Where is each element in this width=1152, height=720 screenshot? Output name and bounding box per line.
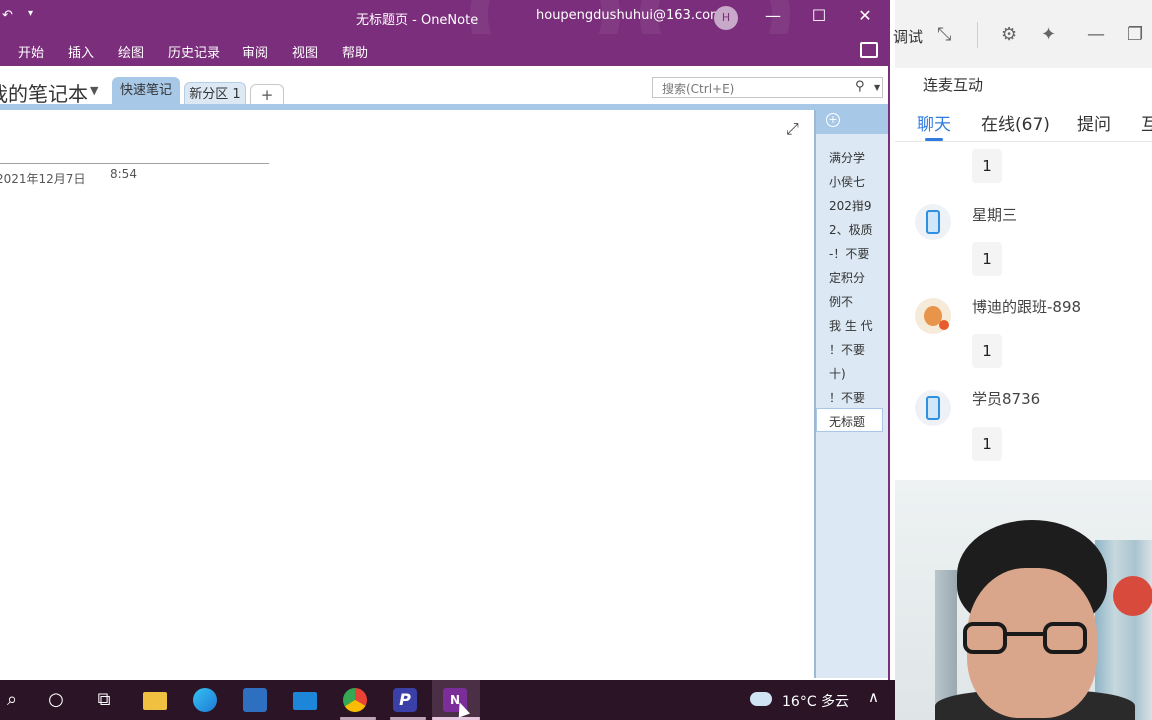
page-list: + 满分学 小侯七 202㟛9 2、极质 -！不要 定积分 例不 我 生 代 ！… [815, 110, 889, 678]
title-bar[interactable]: ↶ ▾ 无标题页 - OneNote houpengdushuhui@163.c… [0, 0, 890, 34]
page-item[interactable]: -！不要 [829, 245, 887, 262]
expand-icon[interactable]: ⤢ [786, 119, 799, 139]
live-class-panel: 调试 ⤡ ⚙ ✦ — ❐ 连麦互动 聊天 在线(67) 提问 互 1 星期三 1… [893, 0, 1152, 480]
close-button[interactable]: ✕ [842, 0, 888, 34]
chat-username: 星期三 [972, 206, 1018, 224]
page-item[interactable]: 十) [829, 365, 887, 382]
cloud-icon[interactable] [750, 692, 772, 706]
chat-username: 学员8736 [972, 390, 1041, 408]
phone-icon [926, 396, 940, 420]
task-view-icon[interactable]: ⧉ [92, 688, 116, 712]
video-glasses-bridge [1005, 632, 1045, 636]
account-email[interactable]: houpengdushuhui@163.com [536, 8, 723, 23]
notebook-name[interactable]: 我的笔记本 [0, 78, 88, 107]
maximize-button[interactable]: ☐ [796, 0, 842, 34]
toolbar-divider [977, 22, 978, 48]
search-input[interactable]: 搜索(Ctrl+E) ⚲ ▼ [652, 77, 883, 98]
page-item[interactable]: 我 生 代 [829, 317, 887, 334]
chat-bubble: 1 [972, 242, 1002, 276]
window-border [888, 0, 890, 680]
debug-label[interactable]: 调试 [893, 26, 923, 47]
search-scope-dropdown-icon[interactable]: ▼ [874, 83, 880, 92]
page-item[interactable]: 小侯七 [829, 173, 887, 190]
page-time: 8:54 [110, 167, 137, 181]
window-title: 无标题页 - OneNote [356, 13, 479, 28]
page-item[interactable]: ！不要 [829, 389, 887, 406]
weather-widget[interactable]: 16°C 多云 [782, 691, 849, 711]
add-page-icon[interactable]: + [826, 113, 840, 127]
tab-quick-notes[interactable]: 快速笔记 [112, 77, 180, 105]
page-canvas[interactable]: 2021年12月7日 8:54 ⤢ [0, 110, 815, 678]
menu-view[interactable]: 视图 [292, 42, 318, 61]
undo-icon[interactable]: ↶ [2, 8, 13, 23]
page-item-selected[interactable]: 无标题 [816, 408, 883, 432]
tray-chevron-icon[interactable]: ∧ [868, 688, 879, 706]
active-tab-indicator [925, 138, 943, 141]
tab-chat[interactable]: 聊天 [917, 110, 951, 135]
title-underline [0, 163, 269, 164]
page-date: 2021年12月7日 [0, 172, 86, 186]
p-app-icon[interactable]: P [393, 688, 417, 712]
phone-icon [926, 210, 940, 234]
notebook-dropdown-icon[interactable]: ▼ [90, 84, 98, 97]
search-icon[interactable]: ⚲ [855, 79, 865, 94]
video-glasses [1043, 622, 1087, 654]
mic-link-label[interactable]: 连麦互动 [923, 74, 983, 95]
collapse-icon[interactable]: ⤡ [937, 24, 951, 45]
chat-bubble: 1 [972, 427, 1002, 461]
chat-avatar [915, 204, 951, 240]
tab-new-section-1[interactable]: 新分区 1 [184, 82, 246, 105]
tab-questions[interactable]: 提问 [1077, 110, 1111, 135]
page-item[interactable]: 例不 [829, 293, 887, 310]
selected-page-label: 无标题 [829, 415, 866, 429]
account-avatar[interactable]: H [714, 6, 738, 30]
chat-bubble: 1 [972, 149, 1002, 183]
taskbar: ⌕ ○ ⧉ P N 16°C 多云 ∧ [0, 680, 895, 720]
qat-dropdown-icon[interactable]: ▾ [28, 8, 33, 19]
file-explorer-icon[interactable] [143, 692, 167, 710]
minimize-icon[interactable]: — [1087, 24, 1105, 45]
page-item[interactable]: 2、极质 [829, 221, 887, 238]
menu-home[interactable]: 开始 [18, 42, 44, 61]
mail-icon[interactable] [293, 692, 317, 710]
menu-draw[interactable]: 绘图 [118, 42, 144, 61]
video-glasses [963, 622, 1007, 654]
edge-icon[interactable] [193, 688, 217, 712]
chrome-icon[interactable] [343, 688, 367, 712]
menu-help[interactable]: 帮助 [342, 42, 368, 61]
tab-interact[interactable]: 互 [1141, 110, 1152, 135]
ribbon-menu: 开始 插入 绘图 历史记录 审阅 视图 帮助 [0, 34, 890, 66]
tab-online[interactable]: 在线(67) [981, 110, 1050, 135]
onenote-window: ↶ ▾ 无标题页 - OneNote houpengdushuhui@163.c… [0, 0, 890, 680]
video-plush-toy [1113, 576, 1152, 616]
page-item[interactable]: 202㟛9 [829, 197, 887, 214]
ribbon-toggle-icon[interactable] [860, 42, 878, 58]
minimize-button[interactable]: — [750, 0, 796, 34]
live-toolbar: 调试 ⤡ ⚙ ✦ — ❐ [893, 0, 1152, 68]
gear-icon[interactable]: ⚙ [1001, 24, 1017, 45]
webcam-video [895, 480, 1152, 720]
page-item[interactable]: 定积分 [829, 269, 887, 286]
page-item[interactable]: ！不要 [829, 341, 887, 358]
pin-icon[interactable]: ✦ [1041, 24, 1056, 45]
search-placeholder: 搜索(Ctrl+E) [662, 82, 735, 96]
chat-avatar [915, 390, 951, 426]
live-tabs: 聊天 在线(67) 提问 互 [895, 104, 1152, 142]
menu-insert[interactable]: 插入 [68, 42, 94, 61]
page-list-header: + [816, 110, 889, 134]
add-section-button[interactable]: + [250, 84, 284, 105]
store-icon[interactable] [243, 688, 267, 712]
menu-review[interactable]: 审阅 [242, 42, 268, 61]
menu-history[interactable]: 历史记录 [168, 42, 220, 61]
restore-icon[interactable]: ❐ [1127, 24, 1143, 45]
chat-username: 博迪的跟班-898 [972, 298, 1082, 316]
chat-bubble: 1 [972, 334, 1002, 368]
cortana-icon[interactable]: ○ [44, 688, 68, 712]
search-icon[interactable]: ⌕ [0, 688, 24, 712]
fox-avatar [915, 298, 951, 334]
page-item[interactable]: 满分学 [829, 149, 887, 166]
